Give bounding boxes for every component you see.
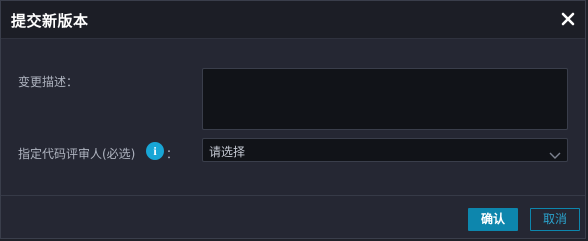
reviewer-select-value: 请选择 bbox=[209, 145, 246, 159]
description-textarea[interactable] bbox=[202, 68, 568, 130]
reviewer-colon: ： bbox=[166, 147, 179, 161]
close-icon[interactable] bbox=[559, 10, 577, 28]
description-label: 变更描述： bbox=[18, 75, 79, 89]
commit-version-dialog: 提交新版本 变更描述： 指定代码评审人(必选) i ： 请选择 确认 取消 bbox=[0, 0, 586, 239]
cancel-button[interactable]: 取消 bbox=[530, 208, 580, 231]
reviewer-select[interactable]: 请选择 bbox=[202, 138, 568, 162]
reviewer-label: 指定代码评审人(必选) bbox=[18, 147, 136, 161]
info-icon[interactable]: i bbox=[146, 142, 164, 160]
dialog-footer: 确认 取消 bbox=[1, 195, 585, 240]
chevron-down-icon bbox=[549, 145, 561, 159]
confirm-button[interactable]: 确认 bbox=[468, 208, 518, 231]
dialog-title: 提交新版本 bbox=[11, 12, 89, 30]
dialog-header: 提交新版本 bbox=[1, 1, 585, 39]
dialog-body: 变更描述： 指定代码评审人(必选) i ： 请选择 bbox=[1, 39, 585, 195]
